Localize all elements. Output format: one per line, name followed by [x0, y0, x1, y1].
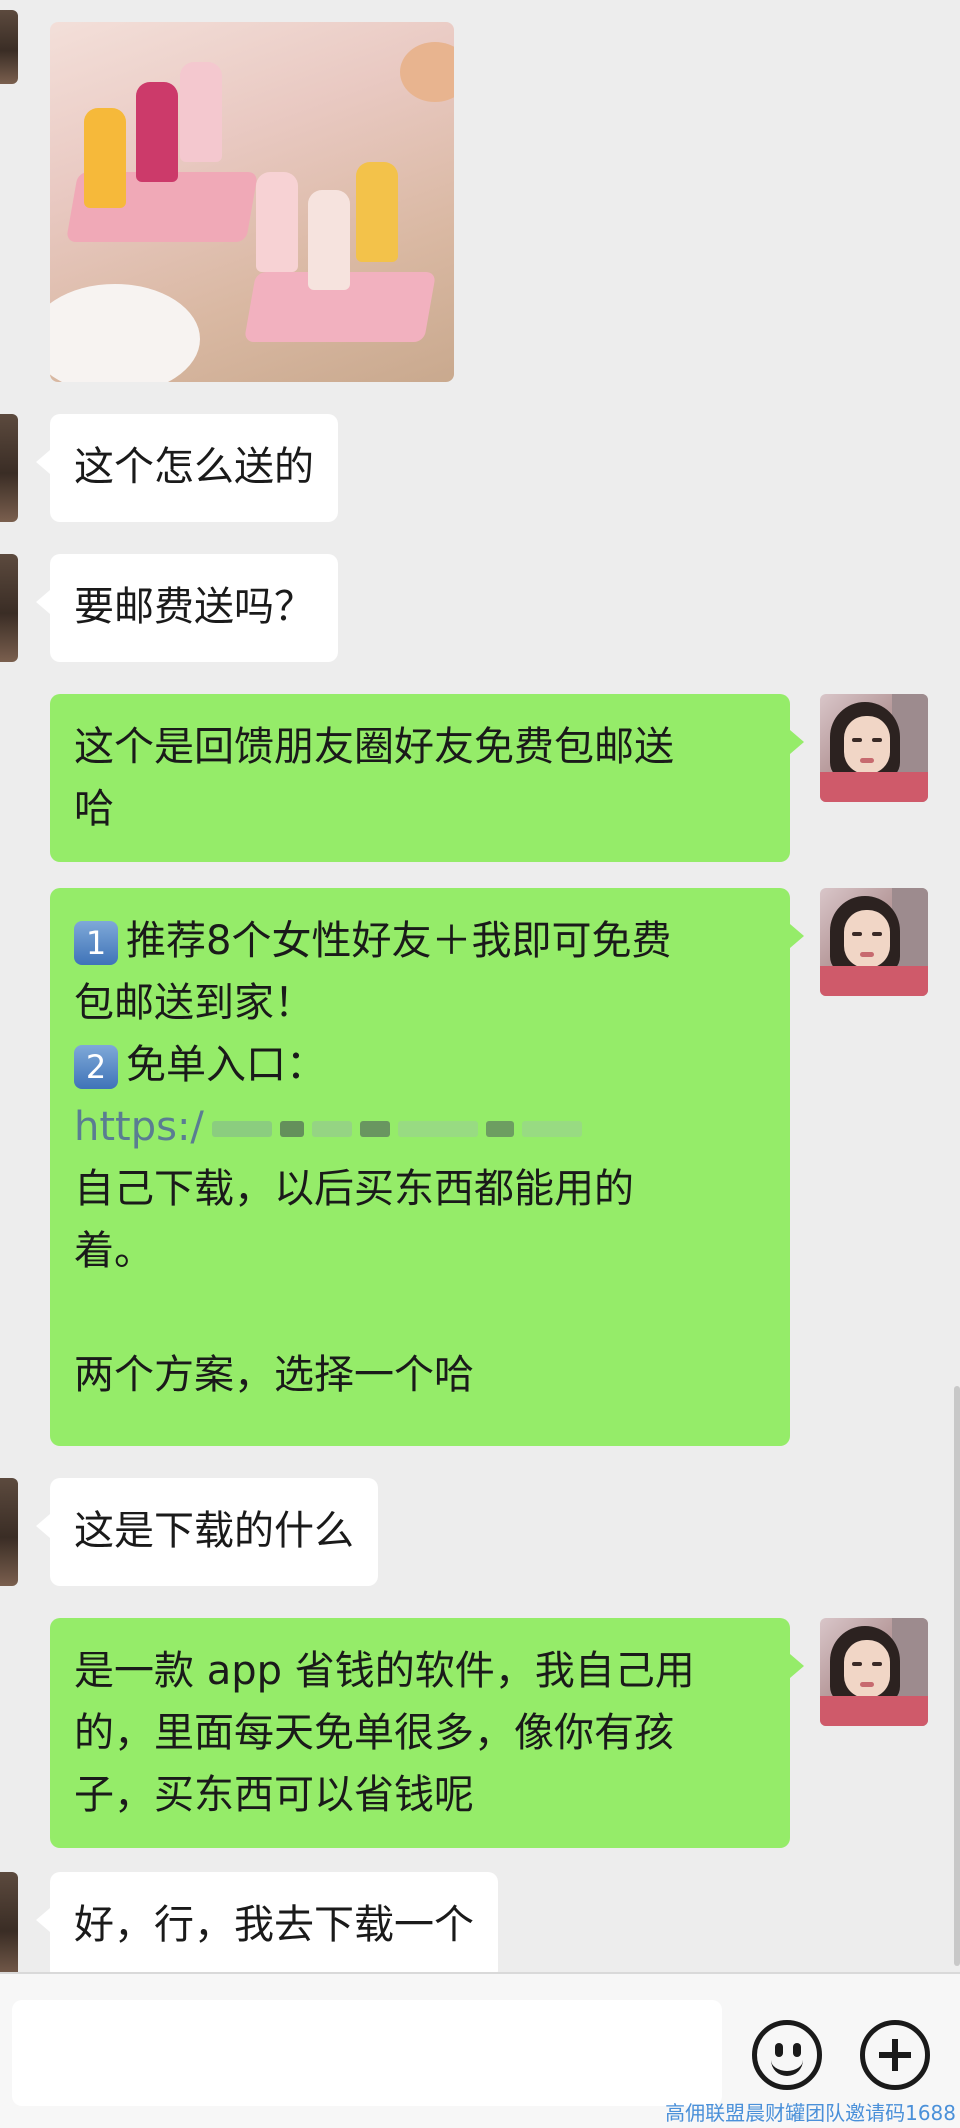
plus-icon[interactable] — [860, 2020, 930, 2090]
scrollbar[interactable] — [954, 1386, 960, 1966]
blur-block — [397, 1121, 478, 1137]
avatar-eye — [872, 1662, 882, 1666]
avatar-face — [844, 910, 890, 968]
number-one-icon: 1 — [74, 921, 118, 965]
popsicle-shape — [308, 190, 350, 290]
my-avatar[interactable] — [820, 1618, 928, 1726]
contact-avatar[interactable] — [0, 414, 18, 522]
contact-avatar[interactable] — [0, 1872, 18, 1972]
message-input[interactable] — [12, 2000, 722, 2106]
input-bar: 高佣联盟晨财罐团队邀请码1688 — [0, 1972, 960, 2128]
number-two-icon: 2 — [74, 1045, 118, 1089]
avatar-eye — [872, 738, 882, 742]
blur-block — [311, 1121, 352, 1137]
popsicle-shape — [84, 108, 126, 208]
avatar-face — [844, 1640, 890, 1698]
popsicle-shape — [180, 62, 222, 162]
photo-message-image[interactable] — [50, 22, 454, 382]
avatar-lip — [860, 952, 874, 957]
avatar-scarf — [820, 772, 928, 802]
chat-area[interactable]: 这个怎么送的 要邮费送吗？ 这个是回馈朋友圈好友免费包邮送 哈 1 推荐8个女性好… — [0, 0, 960, 1972]
blur-block — [485, 1121, 514, 1137]
message-text: 包邮送到家！ — [74, 980, 314, 1026]
avatar-scarf — [820, 966, 928, 996]
avatar-eye — [872, 932, 882, 936]
avatar-scarf — [820, 1696, 928, 1726]
message-text: 这个是回馈朋友圈好友免费包邮送 — [74, 724, 674, 770]
blur-block — [359, 1121, 390, 1137]
message-text: 是一款 app 省钱的软件，我自己用 — [74, 1648, 695, 1694]
avatar-eye — [852, 1662, 862, 1666]
message-text: 免单入口： — [126, 1042, 326, 1088]
message-text: 两个方案，选择一个哈 — [74, 1352, 474, 1398]
link-prefix: https:/ — [74, 1104, 204, 1150]
message-text: 着。 — [74, 1228, 154, 1274]
contact-avatar[interactable] — [0, 1478, 18, 1586]
plate-shape — [50, 284, 200, 382]
message-text: 这个怎么送的 — [74, 444, 314, 490]
avatar-lip — [860, 758, 874, 763]
avatar-eye — [852, 738, 862, 742]
message-text: 的，里面每天免单很多，像你有孩 — [74, 1710, 674, 1756]
outgoing-message[interactable]: 这个是回馈朋友圈好友免费包邮送 哈 — [50, 694, 804, 862]
my-avatar[interactable] — [820, 888, 928, 996]
incoming-message[interactable]: 好，行，我去下载一个 — [36, 1872, 498, 1972]
blurred-link[interactable]: https:/ — [74, 1096, 766, 1158]
incoming-message[interactable]: 这是下载的什么 — [36, 1478, 378, 1586]
message-text: 推荐8个女性好友＋我即可免费 — [126, 918, 672, 964]
outgoing-message[interactable]: 是一款 app 省钱的软件，我自己用 的，里面每天免单很多，像你有孩 子，买东西… — [50, 1618, 804, 1848]
avatar-eye — [852, 932, 862, 936]
avatar-lip — [860, 1682, 874, 1687]
popsicle-shape — [136, 82, 178, 182]
blur-block — [279, 1121, 304, 1137]
contact-avatar[interactable] — [0, 554, 18, 662]
blur-block — [211, 1121, 272, 1137]
popsicle-shape — [256, 172, 298, 272]
incoming-message[interactable]: 这个怎么送的 — [36, 414, 338, 522]
outgoing-message[interactable]: 1 推荐8个女性好友＋我即可免费 包邮送到家！ 2 免单入口： https:/ 自己… — [50, 888, 804, 1446]
message-text: 这是下载的什么 — [74, 1508, 354, 1554]
watermark-text: 高佣联盟晨财罐团队邀请码1688 — [665, 2101, 956, 2125]
avatar-face — [844, 716, 890, 774]
blur-block — [521, 1121, 582, 1137]
message-text: 哈 — [74, 786, 114, 832]
bowl-shape — [400, 42, 454, 102]
emoji-icon[interactable] — [752, 2020, 822, 2090]
emoji-mouth — [771, 2055, 803, 2076]
message-line: 2 免单入口： — [74, 1034, 766, 1096]
my-avatar[interactable] — [820, 694, 928, 802]
message-text: 子，买东西可以省钱呢 — [74, 1772, 474, 1818]
message-text: 要邮费送吗？ — [74, 584, 314, 630]
incoming-message[interactable]: 要邮费送吗？ — [36, 554, 338, 662]
plus-bar — [892, 2039, 898, 2071]
message-text: 自己下载，以后买东西都能用的 — [74, 1166, 634, 1212]
message-text: 好，行，我去下载一个 — [74, 1902, 474, 1948]
popsicle-shape — [356, 162, 398, 262]
contact-avatar[interactable] — [0, 10, 18, 84]
message-line: 1 推荐8个女性好友＋我即可免费 — [74, 910, 766, 972]
